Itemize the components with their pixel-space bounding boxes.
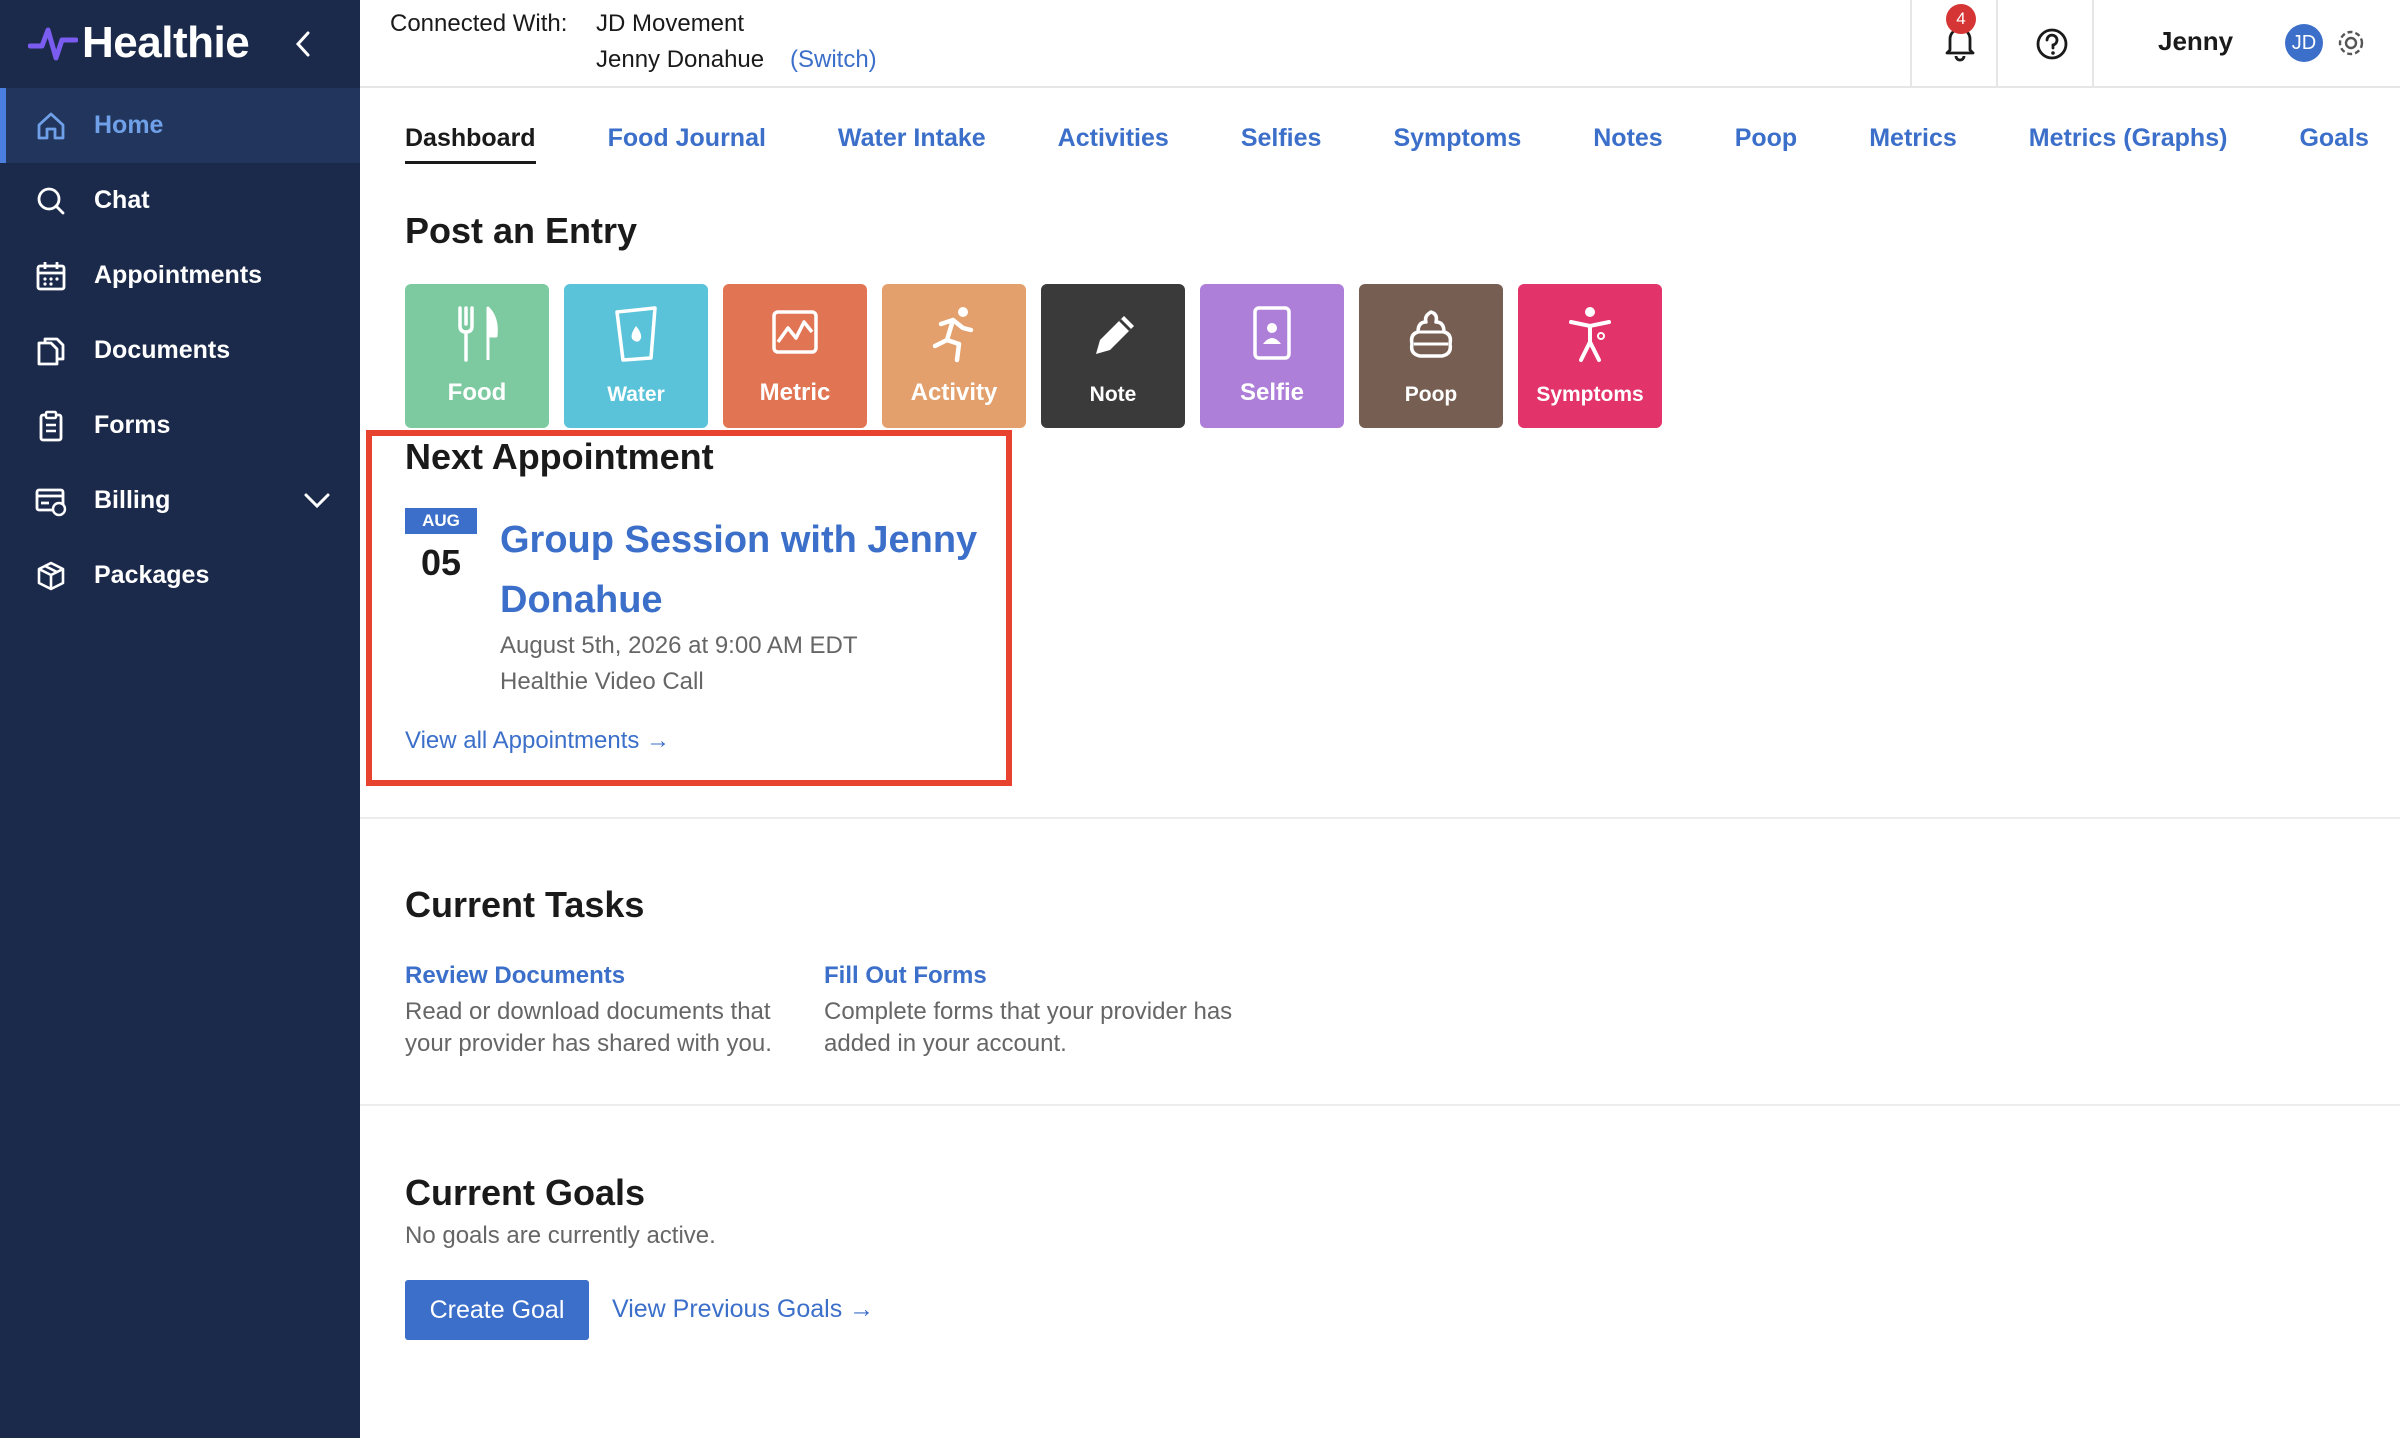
sidebar-item-label: Appointments xyxy=(94,261,263,289)
tab-dashboard[interactable]: Dashboard xyxy=(405,124,536,164)
view-previous-goals-link[interactable]: View Previous Goals → xyxy=(612,1295,874,1324)
sidebar-item-packages[interactable]: Packages xyxy=(0,538,360,613)
next-appointment-heading: Next Appointment xyxy=(405,436,714,477)
help-icon[interactable] xyxy=(2032,24,2072,64)
water-entry-tile[interactable]: Water xyxy=(564,284,708,428)
notification-count-badge: 4 xyxy=(1946,4,1976,34)
documents-icon xyxy=(34,334,68,368)
sidebar-item-label: Billing xyxy=(94,486,171,514)
home-icon xyxy=(34,109,68,143)
chevron-left-icon xyxy=(295,31,310,57)
symptoms-entry-tile[interactable]: Symptoms xyxy=(1518,284,1662,428)
food-entry-tile[interactable]: Food xyxy=(405,284,549,428)
sidebar-item-documents[interactable]: Documents xyxy=(0,313,360,388)
tile-label: Activity xyxy=(910,379,998,406)
tab-activities[interactable]: Activities xyxy=(1058,124,1169,164)
divider xyxy=(1910,0,1912,88)
tab-metrics-graphs[interactable]: Metrics (Graphs) xyxy=(2029,124,2228,164)
dashboard-tabs: Dashboard Food Journal Water Intake Acti… xyxy=(405,124,2369,164)
appointment-month: AUG xyxy=(405,508,477,534)
water-cup-icon xyxy=(615,306,657,362)
tab-metrics[interactable]: Metrics xyxy=(1869,124,1957,164)
chat-icon xyxy=(34,184,68,218)
goals-empty-message: No goals are currently active. xyxy=(405,1222,716,1249)
fill-out-forms-description: Complete forms that your provider has ad… xyxy=(824,998,1233,1057)
tile-label: Food xyxy=(447,379,507,406)
appointment-datetime: August 5th, 2026 at 9:00 AM EDT xyxy=(500,632,858,659)
chevron-down-icon[interactable] xyxy=(302,485,332,515)
symptoms-icon xyxy=(1569,307,1611,362)
divider xyxy=(2092,0,2094,88)
gear-icon[interactable] xyxy=(2336,28,2366,58)
top-bar: Connected With: JD Movement Jenny Donahu… xyxy=(360,0,2400,88)
package-icon xyxy=(34,559,68,593)
connected-org-name: JD Movement xyxy=(596,10,745,37)
selfie-entry-tile[interactable]: Selfie xyxy=(1200,284,1344,428)
review-documents-description: Read or download documents that your pro… xyxy=(405,998,772,1057)
sidebar-item-label: Forms xyxy=(94,411,171,439)
metric-chart-icon xyxy=(772,310,818,354)
current-goals-heading: Current Goals xyxy=(405,1172,646,1213)
account-name[interactable]: Jenny xyxy=(2158,26,2233,57)
tab-water-intake[interactable]: Water Intake xyxy=(838,124,986,164)
switch-link[interactable]: (Switch) xyxy=(790,46,877,74)
view-all-appointments-link[interactable]: View all Appointments → xyxy=(405,727,670,755)
selfie-icon xyxy=(1253,306,1291,360)
sidebar-item-billing[interactable]: Billing xyxy=(0,463,360,538)
tab-symptoms[interactable]: Symptoms xyxy=(1393,124,1521,164)
tab-food-journal[interactable]: Food Journal xyxy=(608,124,766,164)
calendar-icon xyxy=(34,259,68,293)
entry-tiles: Food Water Metric Activity Note Selfie P… xyxy=(405,284,1677,428)
sidebar-item-label: Home xyxy=(94,111,164,139)
tab-notes[interactable]: Notes xyxy=(1593,124,1662,164)
collapse-sidebar-button[interactable] xyxy=(288,24,318,64)
billing-icon xyxy=(34,484,68,518)
tile-label: Note xyxy=(1089,383,1137,406)
tab-goals[interactable]: Goals xyxy=(2299,124,2368,164)
metric-entry-tile[interactable]: Metric xyxy=(723,284,867,428)
fill-out-forms-link[interactable]: Fill Out Forms xyxy=(824,962,987,990)
appointment-title-link[interactable]: Group Session with Jenny Donahue xyxy=(500,510,1000,630)
note-entry-tile[interactable]: Note xyxy=(1041,284,1185,428)
sidebar-item-forms[interactable]: Forms xyxy=(0,388,360,463)
divider xyxy=(1996,0,1998,88)
tile-label: Symptoms xyxy=(1536,383,1644,406)
sidebar-item-appointments[interactable]: Appointments xyxy=(0,238,360,313)
activity-entry-tile[interactable]: Activity xyxy=(882,284,1026,428)
healthie-pulse-icon xyxy=(28,27,78,61)
avatar[interactable]: JD xyxy=(2285,24,2323,62)
tab-poop[interactable]: Poop xyxy=(1735,124,1798,164)
clipboard-icon xyxy=(34,409,68,443)
tile-label: Water xyxy=(607,383,665,406)
tile-label: Selfie xyxy=(1239,379,1305,406)
tab-selfies[interactable]: Selfies xyxy=(1241,124,1322,164)
tile-label: Metric xyxy=(759,379,831,406)
sidebar-item-chat[interactable]: Chat xyxy=(0,163,360,238)
sidebar-item-label: Packages xyxy=(94,561,210,589)
healthie-logo[interactable]: Healthie xyxy=(28,18,250,68)
divider xyxy=(360,1104,2400,1106)
app-name: Healthie xyxy=(82,18,250,67)
connected-with-label: Connected With: xyxy=(390,10,568,37)
appointment-date-badge: AUG 05 xyxy=(405,508,477,584)
tile-label: Poop xyxy=(1404,383,1458,406)
appointment-day: 05 xyxy=(420,542,462,583)
review-documents-link[interactable]: Review Documents xyxy=(405,962,625,990)
sidebar: Healthie Home Chat Appointments Document… xyxy=(0,0,360,1438)
poop-entry-tile[interactable]: Poop xyxy=(1359,284,1503,428)
appointment-location: Healthie Video Call xyxy=(500,668,704,695)
connected-user-name: Jenny Donahue xyxy=(596,46,765,73)
pencil-icon xyxy=(1096,316,1134,354)
fork-knife-icon xyxy=(458,306,498,362)
current-tasks-heading: Current Tasks xyxy=(405,884,645,925)
sidebar-item-label: Documents xyxy=(94,336,231,364)
post-entry-heading: Post an Entry xyxy=(405,210,638,251)
sidebar-nav: Home Chat Appointments Documents Forms B… xyxy=(0,88,360,613)
sidebar-item-home[interactable]: Home xyxy=(0,88,360,163)
poop-icon xyxy=(1409,310,1453,358)
divider xyxy=(360,817,2400,819)
running-person-icon xyxy=(932,307,974,363)
create-goal-button[interactable]: Create Goal xyxy=(405,1280,589,1340)
sidebar-item-label: Chat xyxy=(94,186,150,214)
